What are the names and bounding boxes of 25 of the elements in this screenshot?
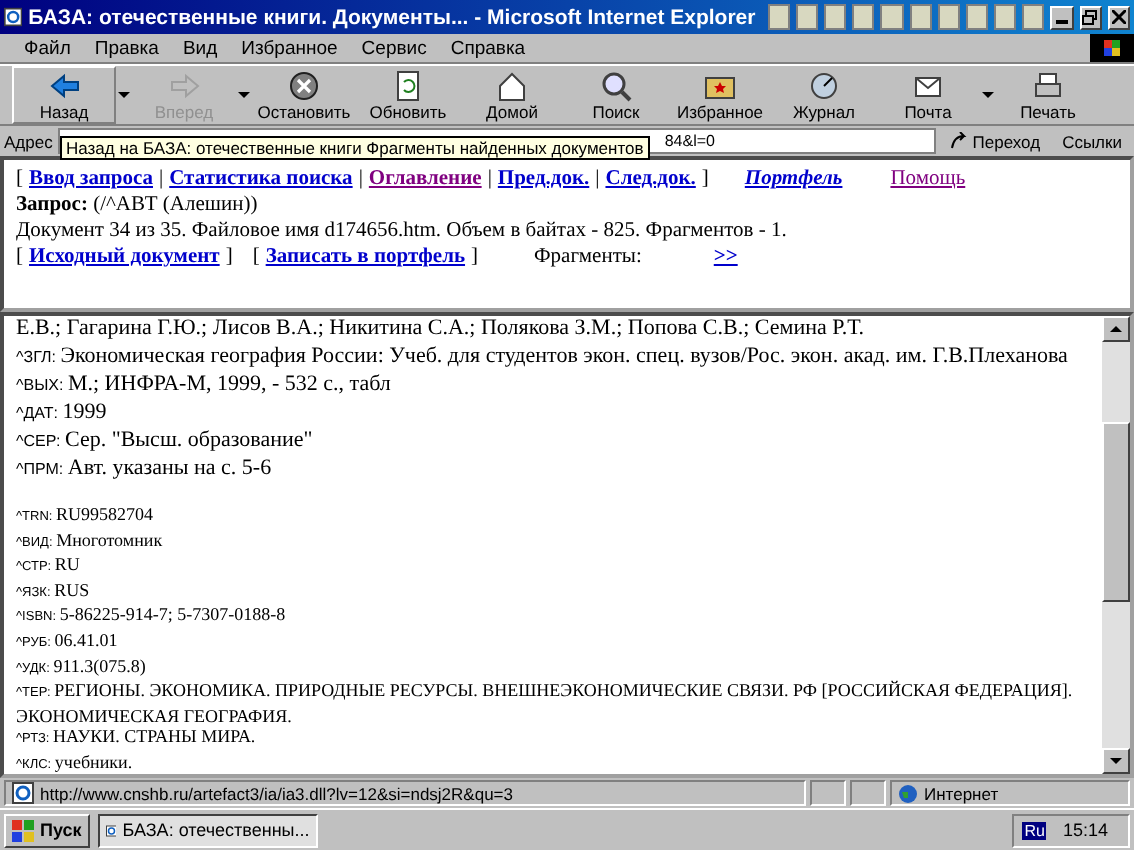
record-field: ^ДАТ: 1999 — [16, 400, 1090, 426]
fragments-label: Фрагменты: — [534, 244, 642, 270]
record-field: Е.В.; Гагарина Г.Ю.; Лисов В.А.; Никитина С.А.; Полякова З.М.; Попова С.В.; Семина Р.Т. — [16, 316, 1090, 342]
bracket: [ — [252, 244, 260, 270]
bracket: ] — [225, 244, 233, 270]
tooltip: Назад на БАЗА: отечественные книги Фрагменты найденных документов — [60, 136, 650, 160]
document-info: Документ 34 из 35. Файловое имя d174656.htm. Объем в байтах - 825. Фрагментов - 1. — [16, 218, 787, 244]
window-title: БАЗА: отечественные книги. Документы... - Microsoft Internet Explorer — [28, 5, 756, 29]
bracket: ] — [471, 244, 479, 270]
separator: | — [595, 166, 600, 192]
record-field: ^ВЫХ: М.; ИНФРА-М, 1999, - 532 с., табл — [16, 372, 1090, 398]
record-field: ^ЗГЛ: Экономическая география России: Учеб. для студентов экон. спец. вузов/Рос. экон. акад. им. Г.В.Плеханова — [16, 344, 1090, 370]
bracket: ] — [701, 166, 709, 192]
status-url: http://www.cnshb.ru/artefact3/ia/ia3.dll?lv=12&si=ndsj2R&qu=3 — [4, 780, 806, 806]
query-text: Запрос: (/^АВТ (Алешин)) — [16, 192, 258, 218]
separator: | — [159, 166, 164, 192]
separator: | — [358, 166, 363, 192]
bracket: [ — [16, 166, 23, 192]
record-field: ^ПРМ: Авт. указаны на с. 5-6 — [16, 456, 1090, 482]
address-label: Адрес — [4, 131, 53, 151]
separator: | — [487, 166, 492, 192]
status-zone: Интернет — [890, 780, 1130, 806]
clock: 15:14 — [1062, 820, 1108, 840]
record-field: ^СЕР: Сер. "Высш. образование" — [16, 428, 1090, 454]
bracket: [ — [16, 244, 23, 270]
